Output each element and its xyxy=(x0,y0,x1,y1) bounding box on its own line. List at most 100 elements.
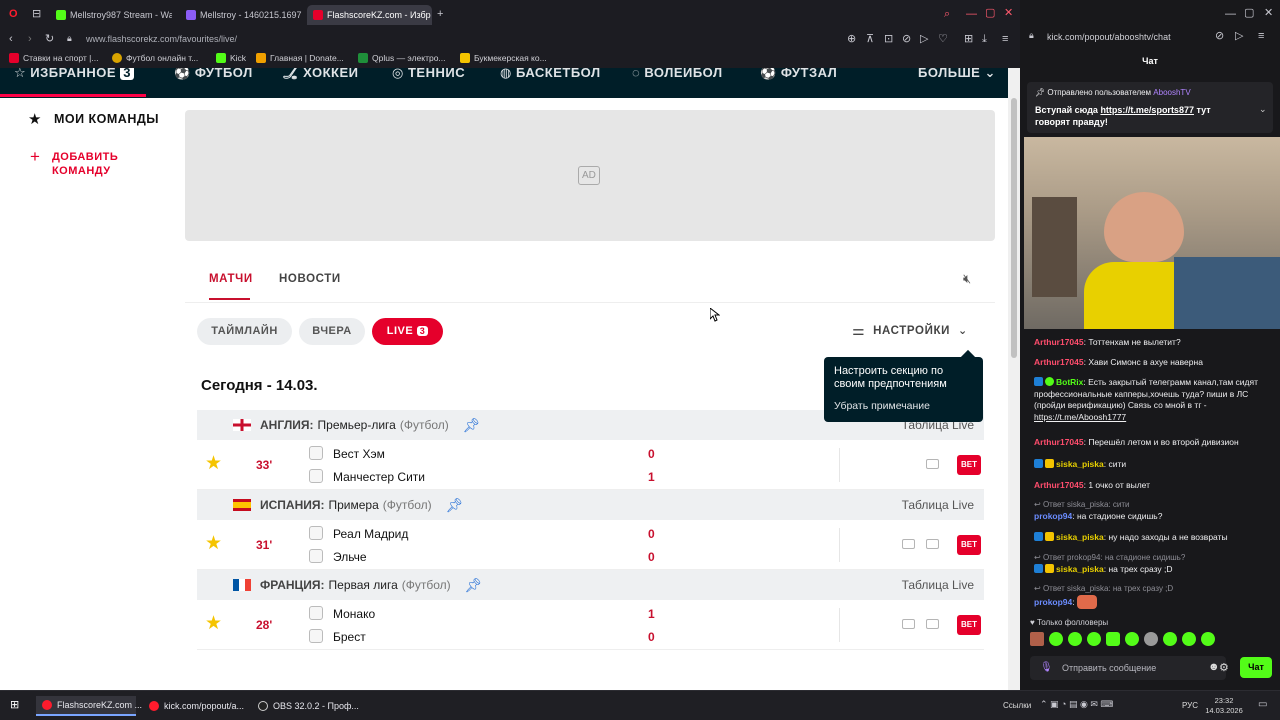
windows-start-icon[interactable]: ⊞ xyxy=(10,700,19,711)
maximize-icon[interactable]: ▢ xyxy=(985,8,995,19)
reply-reference[interactable]: ↩ Ответ siska_piska: сити xyxy=(1034,499,1266,511)
chat-username[interactable]: prokop94 xyxy=(1034,597,1072,607)
chat-username[interactable]: prokop94 xyxy=(1034,511,1072,521)
pin-icon[interactable]: 📌︎ xyxy=(465,577,483,594)
bet-button[interactable]: BET xyxy=(957,615,981,635)
chat-input[interactable]: 🎙︎ Отправить сообщение ☻ xyxy=(1030,656,1226,680)
tab-news[interactable]: НОВОСТИ xyxy=(279,273,341,285)
settings-button[interactable]: ⚌ НАСТРОЙКИ ⌄ xyxy=(852,322,968,339)
emote-icon[interactable] xyxy=(1030,632,1044,646)
microphone-icon[interactable]: 🎙︎ xyxy=(1040,662,1053,673)
scrollbar-thumb[interactable] xyxy=(1011,98,1017,358)
league-table-link[interactable]: Таблица Live xyxy=(902,498,974,512)
bookmark-2[interactable]: Футбол онлайн т... xyxy=(112,53,198,63)
chat-username[interactable]: Arthur17045 xyxy=(1034,437,1084,447)
language-indicator[interactable]: РУС xyxy=(1182,701,1198,710)
maximize-icon[interactable]: ▢ xyxy=(1244,8,1254,19)
lineup-shirt-icon[interactable] xyxy=(926,539,939,549)
nav-football[interactable]: ⚽ ФУТБОЛ xyxy=(174,68,253,81)
reply-reference[interactable]: ↩ Ответ siska_piska: на трех сразу ;D xyxy=(1034,583,1266,595)
emote-icon[interactable] xyxy=(1087,632,1101,646)
tv-icon[interactable] xyxy=(902,539,915,549)
emote-icon[interactable] xyxy=(1106,632,1120,646)
page-scrollbar[interactable] xyxy=(1008,68,1020,690)
reply-reference[interactable]: ↩ Ответ prokop94: на стадионе сидишь? xyxy=(1034,552,1266,564)
my-teams-heading[interactable]: ★ МОИ КОМАНДЫ xyxy=(28,110,159,128)
emote-icon[interactable] xyxy=(1125,632,1139,646)
nav-basketball[interactable]: ◍ БАСКЕТБОЛ xyxy=(500,68,601,81)
snapshot-icon[interactable]: ⊡ xyxy=(884,34,893,45)
emote-icon[interactable] xyxy=(1163,632,1177,646)
tray-icons[interactable]: ⌃ ▣ ◔ ▤ ◉ ✉ ⌨ xyxy=(1040,700,1113,709)
chat-settings-gear-icon[interactable]: ⚙ xyxy=(1219,661,1229,674)
taskbar-item-obs[interactable]: OBS 32.0.2 - Проф... xyxy=(252,696,359,716)
shield-icon[interactable]: ⊘ xyxy=(902,34,911,45)
minimize-icon[interactable]: — xyxy=(966,9,977,20)
bookmark-3[interactable]: Kick xyxy=(216,53,246,63)
nav-tennis[interactable]: ◎ ТЕННИС xyxy=(392,68,465,81)
favourite-star-icon[interactable]: ★ xyxy=(205,454,222,473)
taskbar-links-toolbar[interactable]: Ссылки xyxy=(1003,701,1031,710)
chevron-down-icon[interactable]: ⌄ xyxy=(1259,104,1267,115)
match-row[interactable]: ★ 28' Монако Брест 1 0 BET xyxy=(197,600,984,650)
tab-menu-icon[interactable]: ⊟ xyxy=(32,9,41,20)
send-icon[interactable]: ▷ xyxy=(920,34,928,45)
tab-matches[interactable]: МАТЧИ xyxy=(209,273,253,285)
nav-futsal[interactable]: ⚽ ФУТЗАЛ xyxy=(760,68,837,81)
url-field[interactable]: www.flashscorekz.com/favourites/live/ xyxy=(86,34,237,44)
league-table-link[interactable]: Таблица Live xyxy=(902,578,974,592)
search-tabs-icon[interactable]: ⌕ xyxy=(944,9,950,20)
reload-icon[interactable]: ↻ xyxy=(45,34,54,45)
browser-tab-3-active[interactable]: FlashscoreKZ.com - Избр xyxy=(307,5,432,25)
pin-icon[interactable]: 📌︎ xyxy=(463,417,481,434)
nav-volleyball[interactable]: ◌ ВОЛЕЙБОЛ xyxy=(632,68,723,80)
filter-timeline[interactable]: ТАЙМЛАЙН xyxy=(197,318,292,345)
taskbar-item-kick[interactable]: kick.com/popout/a... xyxy=(143,696,245,716)
tooltip-dismiss-link[interactable]: Убрать примечание xyxy=(834,400,930,412)
taskbar-clock[interactable]: 23:32 14.03.2026 xyxy=(1200,696,1248,716)
chat-username[interactable]: siska_piska xyxy=(1056,564,1104,574)
notifications-icon[interactable]: ▭ xyxy=(1258,700,1267,710)
chat-username[interactable]: siska_piska xyxy=(1056,532,1104,542)
favourite-star-icon[interactable]: ★ xyxy=(205,614,222,633)
tv-icon[interactable] xyxy=(902,619,915,629)
wallet-icon[interactable]: ⊞ xyxy=(964,34,973,45)
lineup-shirt-icon[interactable] xyxy=(926,459,939,469)
menu-icon[interactable]: ≡ xyxy=(1002,34,1008,45)
new-tab-icon[interactable]: + xyxy=(437,9,443,20)
close-window-icon[interactable]: ✕ xyxy=(1004,8,1013,19)
emote-icon[interactable] xyxy=(1068,632,1082,646)
match-row[interactable]: ★ 31' Реал Мадрид Эльче 0 0 BET xyxy=(197,520,984,570)
bookmark-4[interactable]: Главная | Donate... xyxy=(256,53,344,63)
chat-username[interactable]: Arthur17045 xyxy=(1034,357,1084,367)
sound-mute-icon[interactable]: 🔇︎ xyxy=(963,271,971,287)
zoom-icon[interactable]: ⊕ xyxy=(847,34,856,45)
nav-favourites[interactable]: ☆ ИЗБРАННОЕ 3 xyxy=(14,68,134,81)
bookmark-1[interactable]: Ставки на спорт |... xyxy=(9,53,98,63)
ad-banner[interactable]: AD xyxy=(185,110,995,241)
filter-live[interactable]: LIVE 3 xyxy=(372,318,443,345)
pin-icon[interactable]: 📌︎ xyxy=(446,497,464,514)
taskbar-item-flashscore[interactable]: FlashscoreKZ.com ... xyxy=(36,696,142,716)
nav-hockey[interactable]: 🏒︎ ХОККЕЙ xyxy=(282,68,358,81)
chat-username[interactable]: BotRix xyxy=(1056,377,1083,387)
pinned-message[interactable]: 📌︎ Отправлено пользователем AbooshTV Вст… xyxy=(1027,82,1273,133)
bookmark-6[interactable]: Букмекерская ко... xyxy=(460,53,547,63)
stream-video[interactable] xyxy=(1024,137,1280,329)
add-team-link[interactable]: + ДОБАВИТЬ КОМАНДУ xyxy=(30,148,118,178)
emoji-icon[interactable]: ☻ xyxy=(1208,661,1220,673)
close-window-icon[interactable]: ✕ xyxy=(1264,8,1273,19)
back-icon[interactable]: ‹ xyxy=(9,34,13,45)
favourite-star-icon[interactable]: ★ xyxy=(205,534,222,553)
league-row-spain[interactable]: ИСПАНИЯ: Примера (Футбол) 📌︎ Таблица Liv… xyxy=(197,490,984,520)
send-icon[interactable]: ▷ xyxy=(1235,31,1243,42)
chat-username[interactable]: Arthur17045 xyxy=(1034,337,1084,347)
emote-icon[interactable] xyxy=(1049,632,1063,646)
bet-button[interactable]: BET xyxy=(957,535,981,555)
bookmark-5[interactable]: Qplus — электро... xyxy=(358,53,446,63)
heart-icon[interactable]: ♡ xyxy=(938,34,948,45)
chat-url[interactable]: kick.com/popout/abooshtv/chat xyxy=(1047,32,1171,42)
filter-yesterday[interactable]: ВЧЕРА xyxy=(299,318,365,345)
lineup-shirt-icon[interactable] xyxy=(926,619,939,629)
download-icon[interactable]: ⤓ xyxy=(982,34,987,45)
